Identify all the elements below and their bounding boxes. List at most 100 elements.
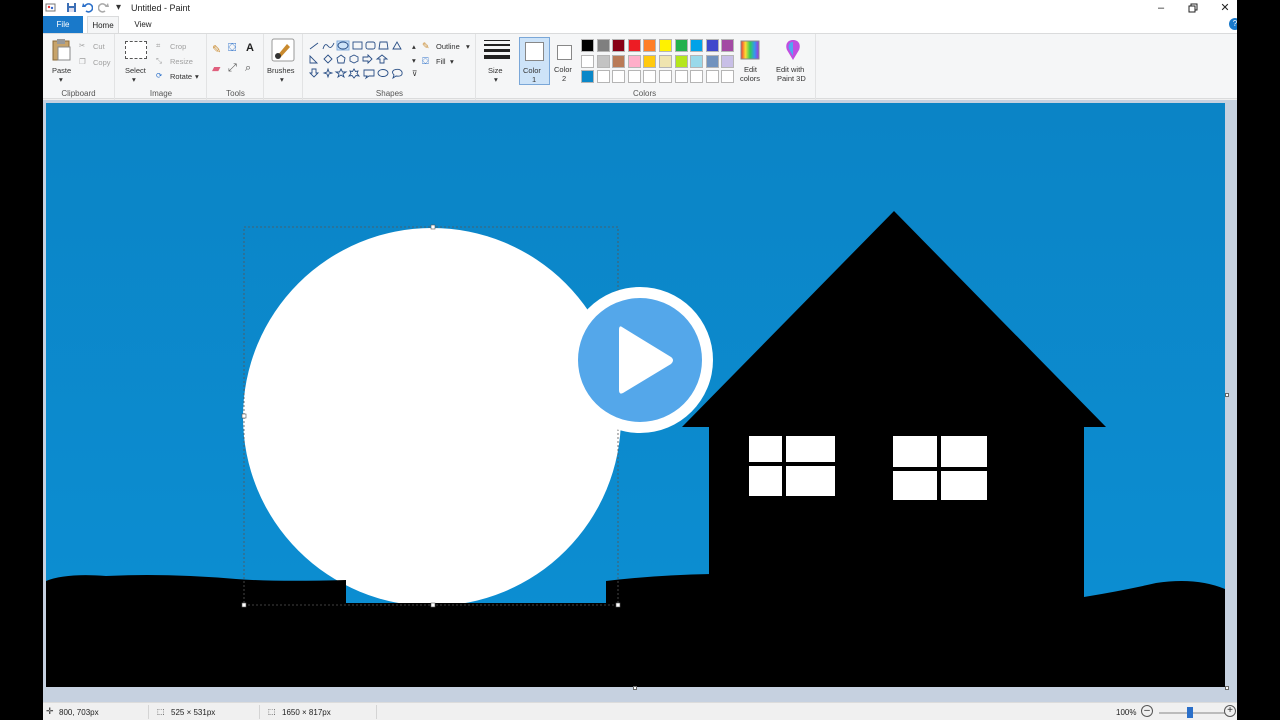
brushes-icon[interactable] (271, 38, 295, 67)
tab-file[interactable]: File (43, 16, 83, 33)
canvas-resize-handle-right[interactable] (1225, 393, 1229, 397)
color-swatch[interactable] (581, 54, 594, 68)
window-pane (749, 436, 782, 462)
color-swatch[interactable] (596, 70, 610, 83)
fill-dropdown-icon[interactable]: ▾ (450, 57, 454, 66)
paste-button[interactable] (51, 38, 73, 67)
brushes-dropdown-icon[interactable]: ▾ (280, 75, 284, 84)
color-swatch[interactable] (581, 39, 594, 52)
color-swatch[interactable] (705, 39, 719, 52)
paint3d-line2[interactable]: Paint 3D (777, 74, 806, 83)
shapes-scroll-up-icon[interactable]: ▴ (412, 42, 416, 51)
brushes-button[interactable]: Brushes (267, 66, 295, 75)
cut-button[interactable]: Cut (93, 42, 105, 51)
color-swatch[interactable] (674, 54, 688, 68)
customize-quick-access-icon[interactable]: ▾ (113, 2, 124, 13)
shapes-scroll-down-icon[interactable]: ▾ (412, 56, 416, 65)
fill-bucket-icon[interactable]: ⛋ (228, 42, 236, 55)
shapes-gallery[interactable] (308, 40, 412, 89)
color-swatch[interactable] (581, 70, 594, 83)
color-swatch[interactable] (659, 54, 672, 68)
zoom-out-icon[interactable]: – (1141, 705, 1153, 717)
select-button[interactable]: Select (125, 66, 146, 75)
undo-icon[interactable] (82, 2, 94, 13)
status-separator (148, 705, 149, 719)
rotate-dropdown-icon[interactable]: ▾ (195, 72, 199, 81)
rotate-icon[interactable]: ⟳ (156, 71, 162, 80)
restore-icon[interactable] (1186, 1, 1200, 15)
edit-colors-line1[interactable]: Edit (744, 65, 757, 74)
close-icon[interactable]: ✕ (1218, 1, 1232, 15)
paste-label[interactable]: Paste (52, 66, 71, 75)
zoom-slider-thumb[interactable] (1187, 707, 1193, 718)
color-swatch[interactable] (674, 39, 688, 52)
color-swatch[interactable] (721, 54, 735, 68)
outline-button[interactable]: Outline (436, 42, 460, 51)
color-swatch[interactable] (674, 70, 688, 83)
color-swatch[interactable] (643, 70, 657, 83)
rotate-button[interactable]: Rotate (170, 72, 192, 81)
tools-group-label: Tools (226, 89, 245, 98)
color-swatch[interactable] (612, 70, 626, 83)
save-icon[interactable] (66, 2, 77, 13)
tab-view[interactable]: View (127, 16, 159, 33)
edit-colors-icon[interactable] (740, 40, 760, 65)
color-swatch[interactable] (596, 39, 610, 52)
fill-icon[interactable]: ⛋ (422, 56, 429, 67)
copy-button[interactable]: Copy (93, 58, 111, 67)
cut-icon[interactable]: ✂ (79, 41, 85, 50)
color-swatch[interactable] (659, 70, 672, 83)
color-swatch[interactable] (705, 54, 719, 68)
help-icon[interactable]: ? (1229, 18, 1237, 30)
window-pane (893, 471, 937, 500)
color-swatch[interactable] (643, 39, 657, 52)
select-icon[interactable] (125, 41, 147, 59)
size-button[interactable]: Size (488, 66, 503, 75)
fill-button[interactable]: Fill (436, 57, 446, 66)
color-swatch[interactable] (643, 54, 657, 68)
color-swatch[interactable] (627, 54, 641, 68)
edit-colors-line2[interactable]: colors (740, 74, 760, 83)
resize-icon[interactable]: ⤡ (156, 56, 162, 66)
copy-icon[interactable]: ❐ (79, 57, 86, 66)
shapes-more-icon[interactable]: ⊽ (412, 69, 418, 78)
pencil-icon[interactable]: ✎ (212, 43, 221, 56)
color-swatch[interactable] (612, 39, 626, 52)
size-dropdown-icon[interactable]: ▾ (494, 75, 498, 84)
outline-icon[interactable]: ✎ (422, 41, 430, 52)
paint3d-icon[interactable] (784, 39, 802, 66)
resize-button[interactable]: Resize (170, 57, 193, 66)
zoom-in-icon[interactable]: + (1224, 705, 1236, 717)
color-swatch[interactable] (596, 54, 610, 68)
color-swatch[interactable] (627, 70, 641, 83)
play-button[interactable] (567, 287, 713, 433)
color-swatch[interactable] (705, 70, 719, 83)
canvas-resize-handle-bottom[interactable] (633, 686, 637, 690)
color-picker-icon[interactable]: ⤢ (228, 62, 237, 75)
canvas-size-icon: ⬚ (268, 707, 276, 716)
color-swatch[interactable] (612, 54, 626, 68)
redo-icon[interactable] (97, 2, 109, 13)
color-swatch[interactable] (690, 54, 704, 68)
color1-button[interactable]: Color 1 (519, 37, 550, 85)
select-dropdown-icon[interactable]: ▾ (132, 75, 136, 84)
color-swatch[interactable] (659, 39, 672, 52)
crop-button[interactable]: Crop (170, 42, 186, 51)
color-swatch[interactable] (690, 70, 704, 83)
color-swatch[interactable] (721, 39, 735, 52)
size-icon[interactable] (484, 40, 510, 59)
color-swatch[interactable] (690, 39, 704, 52)
tab-home[interactable]: Home (87, 16, 119, 33)
eraser-icon[interactable]: ▰ (212, 62, 220, 75)
minimize-icon[interactable]: – (1154, 1, 1168, 15)
paste-dropdown-icon[interactable]: ▾ (59, 75, 63, 84)
color-swatch[interactable] (627, 39, 641, 52)
outline-dropdown-icon[interactable]: ▾ (466, 42, 470, 51)
crop-icon[interactable]: ⌗ (156, 41, 160, 51)
paint3d-line1[interactable]: Edit with (776, 65, 804, 74)
color2-button[interactable]: Color 2 (551, 37, 580, 85)
color-swatch[interactable] (721, 70, 735, 83)
magnifier-icon[interactable]: ⌕ (245, 62, 251, 75)
canvas-resize-handle-corner[interactable] (1225, 686, 1229, 690)
text-tool-icon[interactable]: A (246, 42, 254, 54)
